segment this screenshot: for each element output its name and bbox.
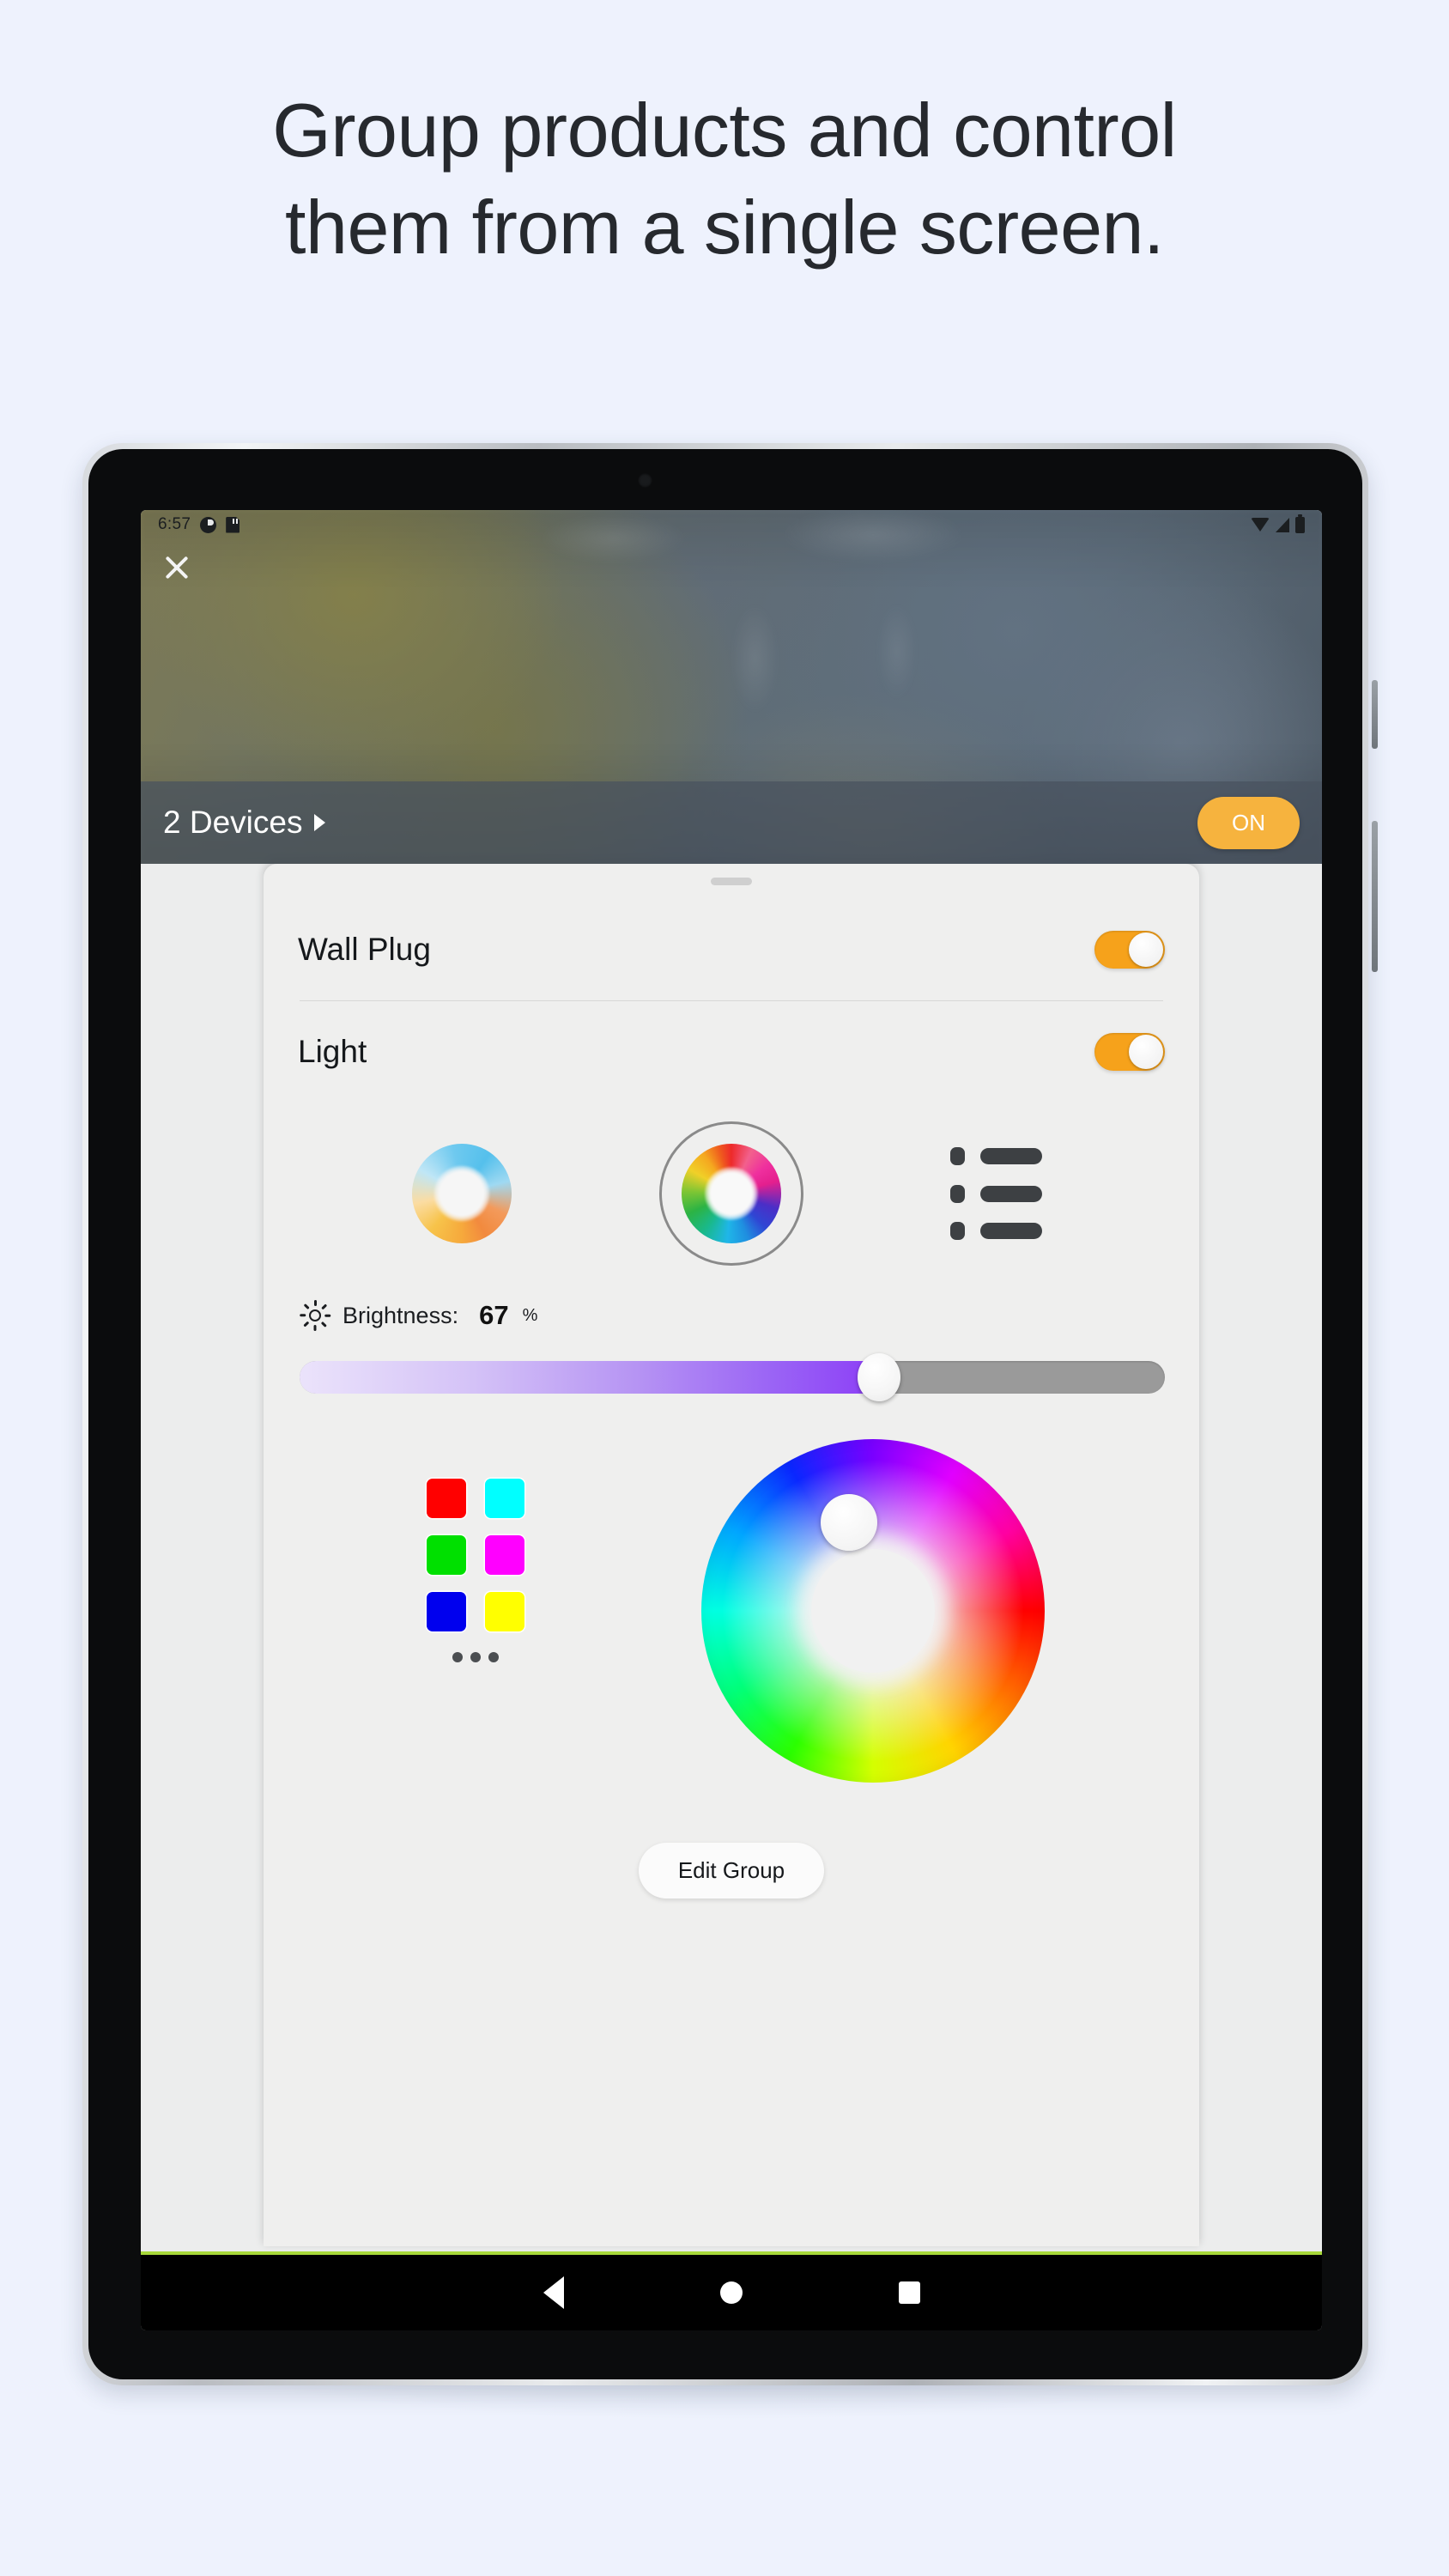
sun-icon — [300, 1300, 331, 1331]
control-sheet: Wall Plug Light Brightness: 67 % Edit Gr… — [264, 864, 1199, 2246]
edit-group-button[interactable]: Edit Group — [638, 1843, 825, 1899]
sheet-drag-handle[interactable] — [711, 878, 752, 885]
chevron-right-icon — [314, 814, 326, 831]
devices-count-label: 2 Devices — [163, 805, 303, 840]
scenes-list-icon — [950, 1147, 1052, 1240]
mode-white-temperature[interactable] — [390, 1121, 534, 1266]
do-not-disturb-icon — [200, 516, 217, 533]
battery-icon — [1295, 513, 1305, 533]
device-row-wall-plug[interactable]: Wall Plug — [289, 899, 1173, 1000]
brightness-slider-thumb[interactable] — [858, 1353, 901, 1401]
brightness-value: 67 — [479, 1300, 509, 1330]
device-name-label: Wall Plug — [298, 932, 431, 967]
sd-card-icon — [226, 516, 240, 533]
signal-icon — [1276, 517, 1289, 532]
color-swatch-grid — [427, 1479, 524, 1631]
recents-icon[interactable] — [898, 2281, 920, 2304]
white-temperature-wheel-icon — [412, 1144, 512, 1243]
dot-2 — [470, 1652, 481, 1662]
tablet-screen: 6:57 2 Devices ON Wall Plug Light Bright… — [141, 510, 1322, 2330]
volume-button[interactable] — [1372, 821, 1378, 972]
brightness-slider-fill — [300, 1361, 880, 1394]
color-wheel-selector-handle[interactable] — [821, 1494, 877, 1551]
group-power-button[interactable]: ON — [1197, 796, 1300, 849]
mode-scenes[interactable] — [929, 1121, 1073, 1266]
power-button[interactable] — [1372, 680, 1378, 749]
brightness-slider-track[interactable] — [300, 1361, 1165, 1394]
hsv-color-wheel-disc[interactable] — [701, 1439, 1045, 1783]
android-nav-bar — [141, 2251, 1322, 2330]
home-icon[interactable] — [719, 2281, 743, 2304]
more-colors-button[interactable] — [427, 1652, 524, 1662]
color-swatch-cyan[interactable] — [485, 1479, 524, 1518]
brightness-slider[interactable] — [300, 1353, 1165, 1401]
wall-plug-toggle[interactable] — [1094, 931, 1165, 969]
back-icon[interactable] — [543, 2276, 564, 2309]
light-mode-selector — [289, 1103, 1173, 1266]
color-swatch-red[interactable] — [427, 1479, 466, 1518]
hsv-color-wheel[interactable] — [701, 1439, 1045, 1783]
color-swatch-green[interactable] — [427, 1535, 466, 1575]
color-swatch-magenta[interactable] — [485, 1535, 524, 1575]
edit-group-row: Edit Group — [289, 1843, 1173, 1899]
status-bar-right — [1251, 513, 1305, 533]
color-swatches — [427, 1479, 524, 1662]
tablet-device: 6:57 2 Devices ON Wall Plug Light Bright… — [82, 443, 1378, 2385]
light-toggle[interactable] — [1094, 1033, 1165, 1071]
mode-color[interactable] — [659, 1121, 803, 1266]
color-swatch-yellow[interactable] — [485, 1592, 524, 1631]
headline-line-2: them from a single screen. — [285, 184, 1164, 270]
dot-3 — [488, 1652, 499, 1662]
color-picker-section — [289, 1401, 1173, 1805]
brightness-row: Brightness: 67 % — [289, 1266, 1173, 1331]
status-bar-left: 6:57 — [158, 515, 240, 534]
toggle-knob — [1129, 1035, 1163, 1069]
device-name-label: Light — [298, 1034, 367, 1069]
color-wheel-icon — [682, 1144, 781, 1243]
color-swatch-blue[interactable] — [427, 1592, 466, 1631]
front-camera-icon — [638, 473, 652, 488]
dot-1 — [452, 1652, 463, 1662]
brightness-label: Brightness: — [343, 1302, 459, 1328]
device-photo-header: 6:57 2 Devices ON — [141, 510, 1322, 864]
status-bar: 6:57 — [141, 510, 1322, 539]
toggle-knob — [1129, 933, 1163, 967]
headline-line-1: Group products and control — [272, 88, 1177, 173]
device-bezel: 6:57 2 Devices ON Wall Plug Light Bright… — [88, 449, 1362, 2379]
wifi-icon — [1251, 518, 1270, 532]
device-row-light[interactable]: Light — [289, 1001, 1173, 1103]
devices-count-button[interactable]: 2 Devices — [163, 805, 326, 841]
page-title: Group products and control them from a s… — [0, 82, 1449, 276]
status-clock: 6:57 — [158, 515, 191, 533]
color-wheel-center — [811, 1549, 935, 1673]
close-icon[interactable] — [160, 550, 194, 584]
devices-summary-bar: 2 Devices ON — [141, 781, 1322, 864]
brightness-unit: % — [522, 1305, 538, 1325]
